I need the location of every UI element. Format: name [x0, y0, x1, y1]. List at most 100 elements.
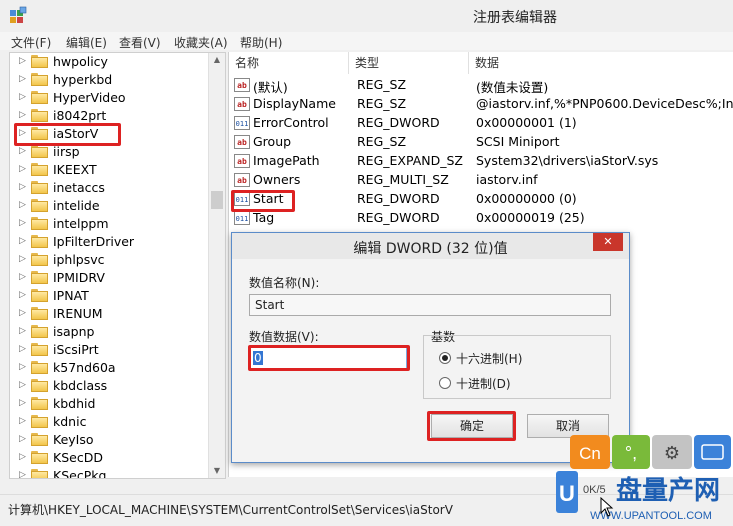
folder-icon	[31, 379, 48, 392]
binary-value-icon: 011	[234, 211, 250, 225]
tree-item[interactable]: ▷ IRENUM	[10, 305, 210, 323]
tree-item[interactable]: ▷ inetaccs	[10, 179, 210, 197]
value-type: REG_SZ	[357, 96, 407, 111]
folder-icon	[31, 145, 48, 158]
dialog-title: 编辑 DWORD (32 位)值	[353, 241, 508, 257]
expand-arrow-icon[interactable]: ▷	[19, 362, 26, 372]
value-row[interactable]: ab ImagePath REG_EXPAND_SZ System32\drivers…	[229, 152, 733, 171]
tree-item-label: k57nd60a	[53, 360, 116, 375]
value-data: (数值未设置)	[476, 80, 549, 95]
expand-arrow-icon[interactable]: ▷	[19, 164, 26, 174]
dec-radio[interactable]	[439, 377, 451, 389]
value-data: 0x00000001 (1)	[476, 115, 577, 130]
expand-arrow-icon[interactable]: ▷	[19, 380, 26, 390]
expand-arrow-icon[interactable]: ▷	[19, 74, 26, 84]
tree-item-label: iScsiPrt	[53, 342, 99, 357]
value-type: REG_MULTI_SZ	[357, 172, 449, 187]
tree-item[interactable]: ▷ hwpolicy	[10, 53, 210, 71]
value-row[interactable]: 011 Tag REG_DWORD 0x00000019 (25)	[229, 209, 733, 228]
value-row[interactable]: ab Owners REG_MULTI_SZ iastorv.inf	[229, 171, 733, 190]
column-header-data[interactable]: 数据	[469, 52, 733, 74]
binary-value-icon: 011	[234, 116, 250, 130]
tree-item[interactable]: ▷ HyperVideo	[10, 89, 210, 107]
string-value-icon: ab	[234, 135, 250, 149]
tree-item-label: iirsp	[53, 144, 80, 159]
watermark-brand: 盘量产网	[616, 475, 720, 506]
expand-arrow-icon[interactable]: ▷	[19, 146, 26, 156]
tree-item[interactable]: ▷ kbdhid	[10, 395, 210, 413]
tree-item-label: KSecPkg	[53, 468, 107, 479]
value-row[interactable]: ab Group REG_SZ SCSI Miniport	[229, 133, 733, 152]
expand-arrow-icon[interactable]: ▷	[19, 416, 26, 426]
tree-item[interactable]: ▷ KeyIso	[10, 431, 210, 449]
expand-arrow-icon[interactable]: ▷	[19, 308, 26, 318]
tree-item[interactable]: ▷ IPMIDRV	[10, 269, 210, 287]
folder-icon	[31, 271, 48, 284]
tree-item[interactable]: ▷ iphlpsvc	[10, 251, 210, 269]
menu-favorites[interactable]: 收藏夹(A)	[174, 34, 228, 51]
tree-item-label: KSecDD	[53, 450, 103, 465]
tree-item[interactable]: ▷ intelide	[10, 197, 210, 215]
dialog-close-icon[interactable]: ✕	[593, 233, 623, 251]
expand-arrow-icon[interactable]: ▷	[19, 254, 26, 264]
hex-radio[interactable]	[439, 352, 451, 364]
tree-scrollbar[interactable]: ▲ ▼	[208, 53, 225, 478]
tree-item[interactable]: ▷ k57nd60a	[10, 359, 210, 377]
tree-item[interactable]: ▷ kdnic	[10, 413, 210, 431]
tree-item[interactable]: ▷ hyperkbd	[10, 71, 210, 89]
expand-arrow-icon[interactable]: ▷	[19, 398, 26, 408]
menu-file[interactable]: 文件(F)	[11, 34, 51, 51]
tree-item-label: kdnic	[53, 414, 87, 429]
value-row[interactable]: ab DisplayName REG_SZ @iastorv.inf,%*PNP060…	[229, 95, 733, 114]
tree-item-label: intelide	[53, 198, 100, 213]
tree-item[interactable]: ▷ kbdclass	[10, 377, 210, 395]
expand-arrow-icon[interactable]: ▷	[19, 470, 26, 478]
watermark-partial-text: 0K/5	[583, 484, 606, 496]
dec-radio-label[interactable]: 十进制(D)	[456, 375, 511, 392]
expand-arrow-icon[interactable]: ▷	[19, 92, 26, 102]
expand-arrow-icon[interactable]: ▷	[19, 452, 26, 462]
tree-item[interactable]: ▷ KSecDD	[10, 449, 210, 467]
tree-item[interactable]: ▷ KSecPkg	[10, 467, 210, 479]
scroll-down-arrow-icon[interactable]: ▼	[209, 464, 225, 478]
expand-arrow-icon[interactable]: ▷	[19, 110, 26, 120]
menu-help[interactable]: 帮助(H)	[240, 34, 282, 51]
tree-item[interactable]: ▷ IpFilterDriver	[10, 233, 210, 251]
value-row[interactable]: 011 ErrorControl REG_DWORD 0x00000001 (1)	[229, 114, 733, 133]
expand-arrow-icon[interactable]: ▷	[19, 218, 26, 228]
scroll-thumb[interactable]	[211, 191, 223, 209]
value-row[interactable]: ab (默认) REG_SZ (数值未设置)	[229, 76, 733, 95]
expand-arrow-icon[interactable]: ▷	[19, 272, 26, 282]
status-path: 计算机\HKEY_LOCAL_MACHINE\SYSTEM\CurrentCon…	[8, 503, 453, 517]
tree-item[interactable]: ▷ IPNAT	[10, 287, 210, 305]
tree-item[interactable]: ▷ iScsiPrt	[10, 341, 210, 359]
highlight-box	[14, 123, 121, 146]
tree-item[interactable]: ▷ intelppm	[10, 215, 210, 233]
registry-editor-window: 注册表编辑器 文件(F) 编辑(E) 查看(V) 收藏夹(A) 帮助(H) ▲ …	[0, 0, 733, 526]
menu-edit[interactable]: 编辑(E)	[66, 34, 107, 51]
value-row[interactable]: 011 Start REG_DWORD 0x00000000 (0)	[229, 190, 733, 209]
expand-arrow-icon[interactable]: ▷	[19, 344, 26, 354]
expand-arrow-icon[interactable]: ▷	[19, 56, 26, 66]
scroll-up-arrow-icon[interactable]: ▲	[209, 53, 225, 67]
expand-arrow-icon[interactable]: ▷	[19, 200, 26, 210]
expand-arrow-icon[interactable]: ▷	[19, 326, 26, 336]
folder-icon	[31, 55, 48, 68]
menu-view[interactable]: 查看(V)	[119, 34, 161, 51]
base-group-box	[423, 335, 611, 399]
folder-icon	[31, 181, 48, 194]
expand-arrow-icon[interactable]: ▷	[19, 434, 26, 444]
column-header-type[interactable]: 类型	[349, 52, 469, 74]
value-name: ImagePath	[253, 153, 320, 168]
hex-radio-label[interactable]: 十六进制(H)	[456, 350, 522, 367]
folder-icon	[31, 343, 48, 356]
expand-arrow-icon[interactable]: ▷	[19, 182, 26, 192]
tree-item[interactable]: ▷ IKEEXT	[10, 161, 210, 179]
expand-arrow-icon[interactable]: ▷	[19, 290, 26, 300]
tree-item[interactable]: ▷ isapnp	[10, 323, 210, 341]
folder-icon	[31, 307, 48, 320]
column-header-name[interactable]: 名称	[229, 52, 349, 74]
expand-arrow-icon[interactable]: ▷	[19, 236, 26, 246]
folder-icon	[31, 199, 48, 212]
string-value-icon: ab	[234, 154, 250, 168]
